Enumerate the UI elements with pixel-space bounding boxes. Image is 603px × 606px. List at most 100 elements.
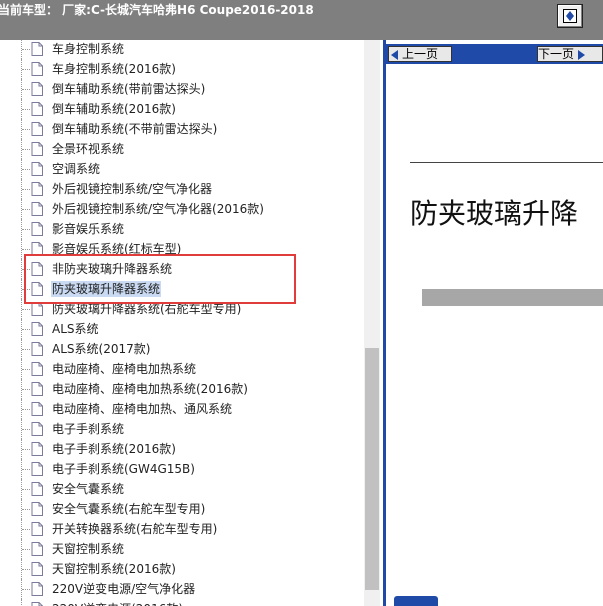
tree-item[interactable]: 电子手刹系统 [0, 419, 364, 439]
tree-item-label: 车身控制系统(2016款) [52, 62, 176, 76]
tree-item-label: 倒车辅助系统(带前雷达探头) [52, 82, 206, 96]
tree-connector-branch [22, 409, 30, 410]
diamond-toggle-icon [563, 9, 577, 23]
next-page-button[interactable]: 下一页 [537, 46, 603, 62]
document-icon [31, 602, 43, 606]
tree-scrollbar[interactable] [364, 40, 380, 606]
document-icon [31, 222, 43, 236]
tree-item-label: 天窗控制系统 [52, 542, 125, 556]
tree-item[interactable]: 天窗控制系统(2016款) [0, 559, 364, 579]
tree-connector-line [21, 599, 23, 606]
tree-item-label: 220V逆变电源(2016款) [51, 601, 184, 606]
tree-item-label: ALS系统(2017款) [52, 342, 151, 356]
document-icon [31, 382, 43, 396]
document-icon [31, 582, 43, 596]
tree-item[interactable]: 倒车辅助系统(2016款) [0, 99, 364, 119]
tree-item[interactable]: 安全气囊系统(右舵车型专用) [0, 499, 364, 519]
arrow-right-icon [578, 49, 586, 60]
title-rule [410, 162, 603, 163]
tree-item-label: 电子手刹系统 [52, 422, 125, 436]
header-bar: 当前车型： 厂家:C-长城汽车哈弗H6 Coupe2016-2018 [0, 0, 603, 40]
tree-item-label: 外后视镜控制系统/空气净化器 [52, 182, 213, 196]
tree-item[interactable]: 安全气囊系统 [0, 479, 364, 499]
tree-item[interactable]: 全景环视系统 [0, 139, 364, 159]
tree-item[interactable]: 影音娱乐系统 [0, 219, 364, 239]
tree-item[interactable]: 电子手刹系统(GW4G15B) [0, 459, 364, 479]
document-icon [31, 322, 43, 336]
scrollbar-thumb[interactable] [365, 348, 379, 590]
tree-item[interactable]: 220V逆变电源(2016款) [0, 599, 364, 606]
document-icon [31, 202, 43, 216]
tree-item-label: 开关转换器系统(右舵车型专用) [52, 522, 218, 536]
tree-item-label: 电动座椅、座椅电加热系统 [52, 362, 197, 376]
tree-connector-branch [22, 149, 30, 150]
tree-item-label: 外后视镜控制系统/空气净化器(2016款) [52, 202, 264, 216]
tree-item[interactable]: 天窗控制系统 [0, 539, 364, 559]
tree-connector-branch [22, 69, 30, 70]
tree-item-label: 安全气囊系统 [52, 482, 125, 496]
tree-item[interactable]: 电动座椅、座椅电加热系统 [0, 359, 364, 379]
prev-page-label: 上一页 [402, 47, 439, 61]
document-icon [31, 182, 43, 196]
current-vehicle-label: 当前车型： 厂家:C-长城汽车哈弗H6 Coupe2016-2018 [0, 3, 314, 17]
document-icon [31, 502, 43, 516]
prev-page-button[interactable]: 上一页 [388, 46, 452, 62]
tree-connector-branch [22, 89, 30, 90]
tree-item[interactable]: 外后视镜控制系统/空气净化器(2016款) [0, 199, 364, 219]
tree-connector-branch [22, 329, 30, 330]
tree-item-label: 空调系统 [52, 162, 101, 176]
document-title: 防夹玻璃升降 [410, 197, 579, 230]
tree-connector-branch [22, 129, 30, 130]
tree-item[interactable]: 电子手刹系统(2016款) [0, 439, 364, 459]
document-icon [31, 82, 43, 96]
tree-item-label: 天窗控制系统(2016款) [52, 562, 176, 576]
tree-connector-branch [22, 549, 30, 550]
tree-item[interactable]: 空调系统 [0, 159, 364, 179]
arrow-left-icon [391, 49, 398, 60]
tree-connector-branch [22, 489, 30, 490]
tree-item-label: 电动座椅、座椅电加热、通风系统 [52, 402, 233, 416]
tree-connector-branch [22, 189, 30, 190]
toggle-panel-button[interactable] [557, 4, 583, 28]
document-icon [31, 442, 43, 456]
tree-item-label: 电子手刹系统(2016款) [52, 442, 176, 456]
tree-item[interactable]: 电动座椅、座椅电加热系统(2016款) [0, 379, 364, 399]
document-icon [31, 562, 43, 576]
tree-connector-branch [22, 109, 30, 110]
tree-item-label: 车身控制系统 [52, 42, 125, 56]
tree-item[interactable]: 电动座椅、座椅电加热、通风系统 [0, 399, 364, 419]
highlight-annotation-box [24, 254, 296, 304]
tree-item[interactable]: 开关转换器系统(右舵车型专用) [0, 519, 364, 539]
document-icon [31, 362, 43, 376]
tree-item[interactable]: 220V逆变电源/空气净化器 [0, 579, 364, 599]
tree-connector-branch [22, 209, 30, 210]
tree-connector-branch [22, 529, 30, 530]
system-tree: 车身控制系统车身控制系统(2016款) 倒车辅助系统(带前雷达探头) 倒车辅助系统(… [0, 40, 364, 606]
tree-connector-branch [22, 229, 30, 230]
tree-connector-branch [22, 449, 30, 450]
tree-item-label: ALS系统 [52, 322, 99, 336]
tree-item[interactable]: 外后视镜控制系统/空气净化器 [0, 179, 364, 199]
tree-item-label: 倒车辅助系统(2016款) [52, 102, 176, 116]
tree-item[interactable]: ALS系统(2017款) [0, 339, 364, 359]
tree-item-label: 电动座椅、座椅电加热系统(2016款) [52, 382, 248, 396]
tree-item[interactable]: ALS系统 [0, 319, 364, 339]
document-icon [31, 462, 43, 476]
document-icon [31, 122, 43, 136]
tree-connector-branch [22, 169, 30, 170]
document-icon [31, 302, 43, 316]
tree-item-label: 安全气囊系统(右舵车型专用) [52, 502, 206, 516]
tree-item-label: 倒车辅助系统(不带前雷达探头) [52, 122, 218, 136]
document-icon [31, 422, 43, 436]
tree-item[interactable]: 车身控制系统(2016款) [0, 59, 364, 79]
tree-item[interactable]: 倒车辅助系统(带前雷达探头) [0, 79, 364, 99]
tree-connector-branch [22, 49, 30, 50]
tree-item[interactable]: 车身控制系统 [0, 40, 364, 59]
tree-connector-branch [22, 249, 30, 250]
tree-item[interactable]: 倒车辅助系统(不带前雷达探头) [0, 119, 364, 139]
section-bar [422, 289, 603, 306]
tree-connector-branch [22, 589, 30, 590]
viewer-bottom-button[interactable] [394, 596, 438, 606]
document-icon [31, 42, 43, 56]
tree-connector-branch [22, 469, 30, 470]
